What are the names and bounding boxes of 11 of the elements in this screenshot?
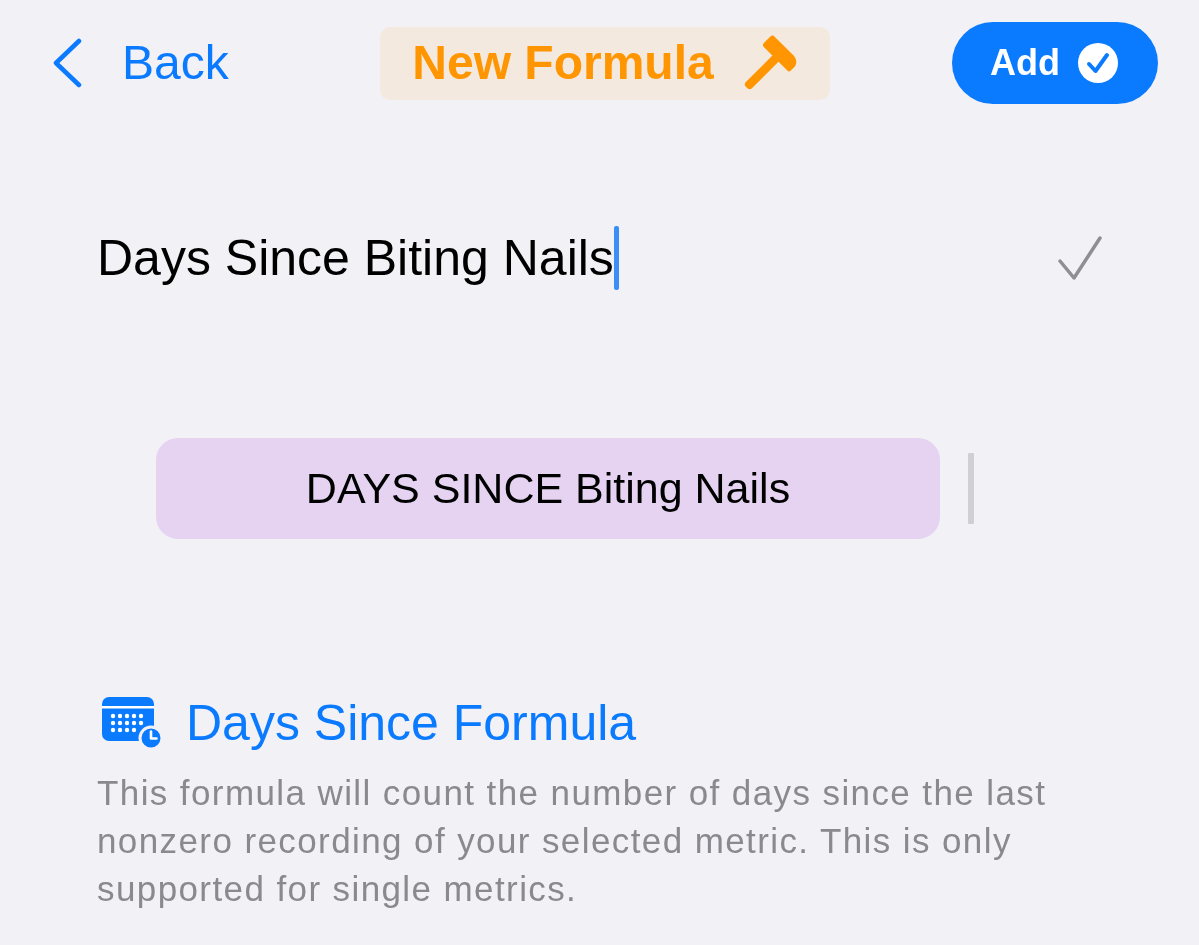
chevron-left-icon — [52, 38, 82, 88]
checkmark-icon[interactable] — [1058, 236, 1102, 280]
back-button[interactable]: Back — [52, 35, 229, 91]
add-button[interactable]: Add — [952, 22, 1158, 104]
checkmark-circle-icon — [1078, 43, 1118, 83]
screen-title: New Formula — [412, 35, 714, 91]
formula-title: Days Since Formula — [186, 695, 637, 753]
name-input-field[interactable]: Days Since Biting Nails — [97, 226, 619, 290]
formula-description: This formula will count the number of days since the last nonzero recording of your selected metric. This is only supported for single metrics. — [97, 772, 1048, 910]
calendar-clock-icon — [102, 697, 164, 751]
formula-token[interactable]: DAYS SINCE Biting Nails — [156, 438, 940, 539]
